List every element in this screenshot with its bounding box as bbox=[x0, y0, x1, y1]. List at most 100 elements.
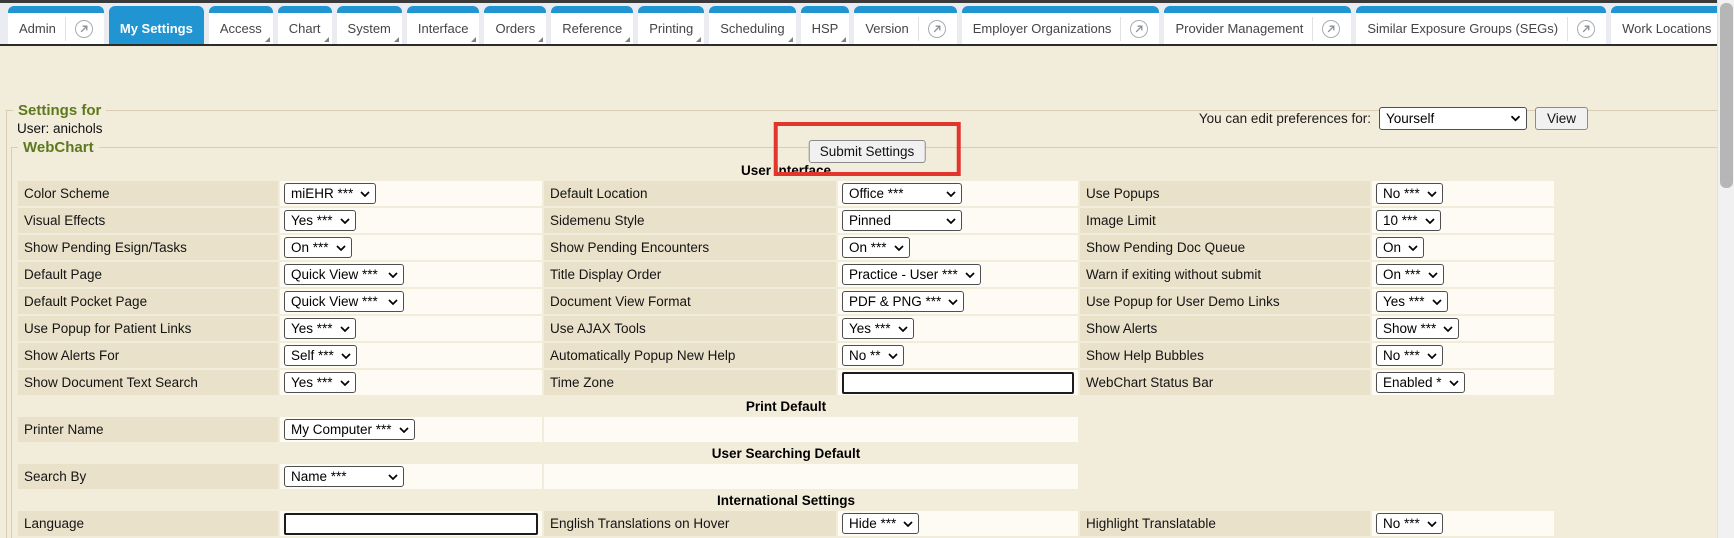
setting-row: Use Popup for Patient LinksYes ***Use AJ… bbox=[18, 316, 1554, 341]
default-location-select[interactable]: Office *** bbox=[842, 183, 962, 204]
time-zone-input[interactable] bbox=[842, 372, 1074, 394]
external-link-icon[interactable] bbox=[1130, 20, 1148, 38]
show-alerts-select[interactable]: Show *** bbox=[1376, 318, 1459, 339]
visual-effects-select[interactable]: Yes *** bbox=[284, 210, 356, 231]
tab-interface[interactable]: Interface bbox=[407, 6, 480, 44]
show-alerts-for-select[interactable]: Self *** bbox=[284, 345, 357, 366]
use-popup-for-user-demo-links-select[interactable]: Yes *** bbox=[1376, 291, 1448, 312]
document-view-format-select[interactable]: PDF & PNG *** bbox=[842, 291, 964, 312]
submit-annotation-box: Submit Settings bbox=[774, 122, 961, 176]
tab-label: Orders bbox=[495, 21, 535, 36]
tab-access[interactable]: Access bbox=[209, 6, 273, 44]
select-value: 10 *** bbox=[1383, 213, 1418, 228]
section-header-row: User Searching Default bbox=[18, 444, 1554, 462]
setting-label: Time Zone bbox=[550, 375, 614, 390]
setting-label-cell: Printer Name bbox=[18, 417, 278, 442]
tab-reference[interactable]: Reference bbox=[551, 6, 633, 44]
search-by-select[interactable]: Name *** bbox=[284, 466, 404, 487]
automatically-popup-new-help-select[interactable]: No ** bbox=[842, 345, 904, 366]
setting-label: Default Location bbox=[550, 186, 648, 201]
external-link-icon[interactable] bbox=[1322, 20, 1340, 38]
color-scheme-select[interactable]: miEHR *** bbox=[284, 183, 376, 204]
show-pending-esign-tasks-select[interactable]: On *** bbox=[284, 237, 352, 258]
webchart-status-bar-select[interactable]: Enabled * bbox=[1376, 372, 1465, 393]
setting-label-cell: Use Popup for User Demo Links bbox=[1080, 289, 1370, 314]
select-value: Show *** bbox=[1383, 321, 1436, 336]
tab-employer-organizations[interactable]: Employer Organizations bbox=[962, 6, 1160, 44]
setting-label-cell: Sidemenu Style bbox=[544, 208, 836, 233]
external-link-wrap bbox=[918, 17, 946, 41]
show-document-text-search-select[interactable]: Yes *** bbox=[284, 372, 356, 393]
external-link-icon[interactable] bbox=[1577, 20, 1595, 38]
tab-provider-management[interactable]: Provider Management bbox=[1164, 6, 1351, 44]
setting-row: Visual Effects Yes *** Sidemenu Style Pinne… bbox=[18, 208, 1554, 233]
printer-name-select[interactable]: My Computer *** bbox=[284, 419, 415, 440]
chevron-down-icon bbox=[340, 380, 350, 386]
preferences-label: You can edit preferences for: bbox=[1199, 111, 1371, 126]
view-button[interactable]: View bbox=[1535, 107, 1588, 130]
tab-system[interactable]: System bbox=[337, 6, 402, 44]
tab-version[interactable]: Version bbox=[854, 6, 956, 44]
sidemenu-style-select[interactable]: Pinned bbox=[842, 210, 962, 231]
chevron-down-icon bbox=[965, 272, 975, 278]
tab-label: Reference bbox=[562, 21, 622, 36]
select-value: Quick View *** bbox=[291, 267, 378, 282]
setting-label: Sidemenu Style bbox=[550, 213, 645, 228]
title-display-order-select[interactable]: Practice - User *** bbox=[842, 264, 981, 285]
use-popup-for-patient-links-select[interactable]: Yes *** bbox=[284, 318, 356, 339]
tab-printing[interactable]: Printing bbox=[638, 6, 704, 44]
tab-chart[interactable]: Chart bbox=[278, 6, 332, 44]
show-help-bubbles-select[interactable]: No *** bbox=[1376, 345, 1443, 366]
setting-label: Default Pocket Page bbox=[24, 294, 147, 309]
setting-value-cell: Yes *** bbox=[1372, 289, 1554, 314]
show-pending-encounters-select[interactable]: On *** bbox=[842, 237, 910, 258]
preferences-bar: You can edit preferences for: Yourself V… bbox=[1199, 107, 1588, 130]
external-link-icon[interactable] bbox=[75, 20, 93, 38]
chevron-down-icon bbox=[1428, 272, 1438, 278]
show-pending-doc-queue-select[interactable]: On bbox=[1376, 237, 1424, 258]
setting-row: Default Pocket PageQuick View ***Documen… bbox=[18, 289, 1554, 314]
tab-label: My Settings bbox=[120, 21, 193, 36]
submit-settings-button[interactable]: Submit Settings bbox=[809, 140, 926, 163]
setting-value-cell: Hide *** bbox=[838, 511, 1078, 536]
setting-row: Search ByName *** bbox=[18, 464, 1554, 489]
tab-work-locations[interactable]: Work Locations bbox=[1611, 6, 1734, 44]
setting-label-cell: Highlight Translatable bbox=[1080, 511, 1370, 536]
default-page-select[interactable]: Quick View *** bbox=[284, 264, 404, 285]
webchart-fieldset: WebChart User InterfaceColor SchememiEHR… bbox=[11, 139, 1723, 538]
content-area: You can edit preferences for: Yourself V… bbox=[0, 46, 1734, 538]
setting-label-cell: Warn if exiting without submit bbox=[1080, 262, 1370, 287]
select-value: Yes *** bbox=[849, 321, 891, 336]
dropdown-corner-icon bbox=[788, 37, 793, 42]
setting-label: WebChart Status Bar bbox=[1086, 375, 1213, 390]
chevron-down-icon bbox=[1427, 521, 1437, 527]
tab-my-settings[interactable]: My Settings bbox=[109, 6, 204, 44]
highlight-translatable-select[interactable]: No *** bbox=[1376, 513, 1443, 534]
english-translations-on-hover-select[interactable]: Hide *** bbox=[842, 513, 919, 534]
setting-label: English Translations on Hover bbox=[550, 516, 729, 531]
use-popups-select[interactable]: No *** bbox=[1376, 183, 1443, 204]
dropdown-corner-icon bbox=[324, 37, 329, 42]
setting-value-cell: Self *** bbox=[280, 343, 542, 368]
setting-label: Visual Effects bbox=[24, 213, 105, 228]
external-link-icon[interactable] bbox=[928, 20, 946, 38]
image-limit-select[interactable]: 10 *** bbox=[1376, 210, 1441, 231]
warn-if-exiting-without-submit-select[interactable]: On *** bbox=[1376, 264, 1444, 285]
setting-label: Automatically Popup New Help bbox=[550, 348, 735, 363]
language-input[interactable] bbox=[284, 513, 538, 535]
setting-label: Show Alerts bbox=[1086, 321, 1157, 336]
empty-value-cell bbox=[544, 464, 1078, 489]
default-pocket-page-select[interactable]: Quick View *** bbox=[284, 291, 404, 312]
tab-admin[interactable]: Admin bbox=[8, 6, 104, 44]
setting-value-cell: Show *** bbox=[1372, 316, 1554, 341]
setting-label-cell: Use Popup for Patient Links bbox=[18, 316, 278, 341]
tab-orders[interactable]: Orders bbox=[484, 6, 546, 44]
scrollbar-thumb[interactable] bbox=[1720, 3, 1733, 188]
setting-value-cell: Yes *** bbox=[838, 316, 1078, 341]
tab-hsp[interactable]: HSP bbox=[801, 6, 850, 44]
tab-similar-exposure-groups-segs[interactable]: Similar Exposure Groups (SEGs) bbox=[1356, 6, 1606, 44]
preferences-for-select[interactable]: Yourself bbox=[1379, 107, 1527, 130]
tab-scheduling[interactable]: Scheduling bbox=[709, 6, 795, 44]
use-ajax-tools-select[interactable]: Yes *** bbox=[842, 318, 914, 339]
section-header: International Settings bbox=[18, 491, 1554, 509]
